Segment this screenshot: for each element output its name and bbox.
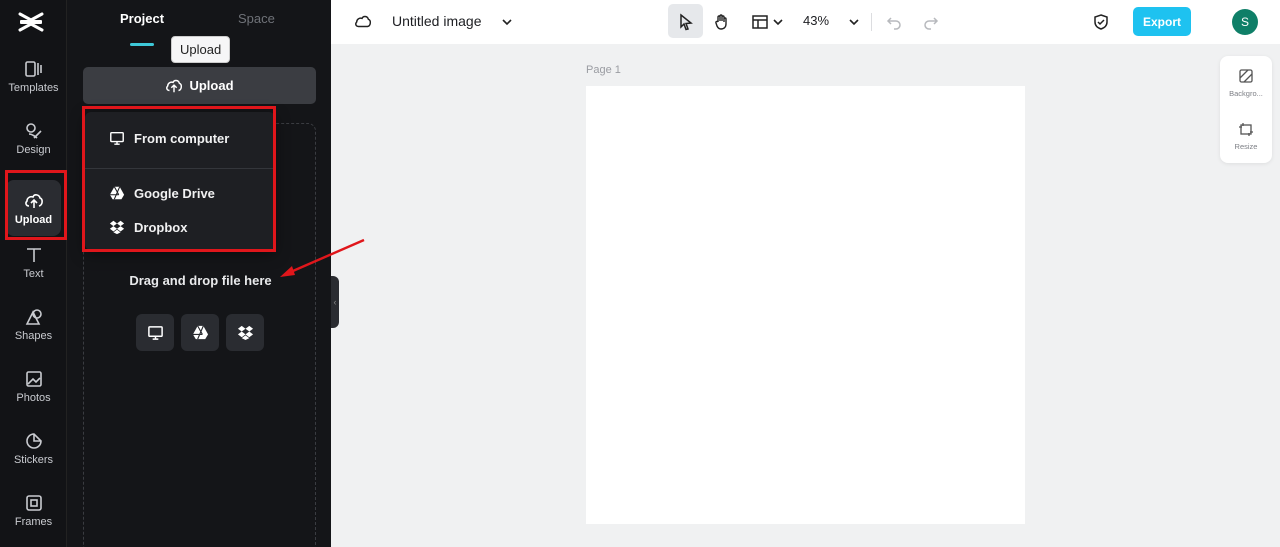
menu-item-from-computer[interactable]: From computer xyxy=(85,123,275,153)
monitor-icon xyxy=(110,131,124,145)
top-bar: Untitled image 43% Export S xyxy=(331,0,1280,44)
avatar[interactable]: S xyxy=(1232,9,1258,35)
rail-label: Frames xyxy=(14,515,53,528)
monitor-icon xyxy=(147,326,163,340)
tab-space[interactable]: Space xyxy=(238,11,275,26)
redo-icon[interactable] xyxy=(920,11,942,33)
left-rail: Templates Design Upload Text Shapes Phot… xyxy=(0,0,67,547)
google-drive-icon xyxy=(192,325,208,340)
resize-icon xyxy=(1239,123,1253,136)
upload-source-menu: From computer Google Drive Dropbox xyxy=(85,112,275,250)
chevron-down-icon[interactable] xyxy=(767,11,789,33)
panel-collapse-handle[interactable]: ‹ xyxy=(331,276,339,328)
rail-label: Photos xyxy=(16,391,51,404)
toolbar-divider xyxy=(871,13,872,31)
cloud-upload-icon xyxy=(166,79,183,92)
rail-item-stickers[interactable]: Stickers xyxy=(6,420,61,476)
shapes-icon xyxy=(25,308,42,325)
chevron-down-icon[interactable] xyxy=(496,11,518,33)
rail-item-photos[interactable]: Photos xyxy=(6,358,61,414)
rail-label: Upload xyxy=(14,213,53,226)
cloud-sync-icon[interactable] xyxy=(352,11,374,33)
rail-label: Design xyxy=(16,143,51,156)
canvas-page[interactable] xyxy=(586,86,1025,524)
shield-icon[interactable] xyxy=(1090,11,1112,33)
google-drive-icon xyxy=(109,186,125,200)
resize-tool[interactable]: Resize xyxy=(1220,121,1272,151)
rail-item-text[interactable]: Text xyxy=(6,234,61,290)
rail-item-design[interactable]: Design xyxy=(6,110,61,166)
background-icon xyxy=(1239,69,1253,83)
upload-tooltip: Upload xyxy=(171,36,231,63)
image-icon xyxy=(25,370,42,387)
rail-label: Text xyxy=(23,267,44,280)
templates-icon xyxy=(24,60,42,77)
tab-project[interactable]: Project xyxy=(120,11,164,26)
background-tool[interactable]: Backgro... xyxy=(1220,68,1272,98)
menu-divider xyxy=(85,168,275,169)
rail-label: Stickers xyxy=(13,453,54,466)
rail-label: Shapes xyxy=(14,329,53,342)
menu-item-label: Google Drive xyxy=(134,185,215,201)
upload-button-label: Upload xyxy=(189,78,234,93)
frame-icon xyxy=(25,494,42,511)
chevron-down-icon[interactable] xyxy=(843,11,865,33)
page-label: Page 1 xyxy=(586,64,621,76)
upload-panel: Project Space Upload Drag and drop file … xyxy=(67,0,331,547)
cloud-upload-icon xyxy=(24,193,43,208)
zoom-level[interactable]: 43% xyxy=(803,13,829,28)
from-computer-button[interactable] xyxy=(136,314,174,351)
drag-drop-text: Drag and drop file here xyxy=(129,273,272,288)
upload-button[interactable]: Upload xyxy=(83,67,316,104)
export-button[interactable]: Export xyxy=(1133,7,1191,36)
dropbox-icon xyxy=(109,220,125,235)
resize-label: Resize xyxy=(1234,142,1258,151)
rail-item-shapes[interactable]: Shapes xyxy=(6,296,61,352)
hand-icon[interactable] xyxy=(711,11,733,33)
capcut-logo-icon[interactable] xyxy=(17,8,45,36)
menu-item-label: From computer xyxy=(134,130,230,146)
menu-item-dropbox[interactable]: Dropbox xyxy=(85,212,275,242)
background-label: Backgro... xyxy=(1229,89,1263,98)
rail-item-upload[interactable]: Upload xyxy=(6,180,61,236)
pointer-icon[interactable] xyxy=(675,11,697,33)
sticker-icon xyxy=(25,432,42,449)
design-icon xyxy=(25,122,42,139)
dropbox-icon xyxy=(237,325,253,341)
menu-item-google-drive[interactable]: Google Drive xyxy=(85,178,275,208)
rail-item-templates[interactable]: Templates xyxy=(6,48,61,104)
document-title[interactable]: Untitled image xyxy=(392,13,482,29)
rail-label: Templates xyxy=(8,81,59,94)
menu-item-label: Dropbox xyxy=(134,219,188,235)
text-icon xyxy=(26,247,41,262)
rail-item-frames[interactable]: Frames xyxy=(6,482,61,538)
active-tab-indicator xyxy=(130,43,154,46)
undo-icon[interactable] xyxy=(883,11,905,33)
right-toolbar: Backgro... Resize xyxy=(1220,56,1272,163)
dropbox-button[interactable] xyxy=(226,314,264,351)
google-drive-button[interactable] xyxy=(181,314,219,351)
